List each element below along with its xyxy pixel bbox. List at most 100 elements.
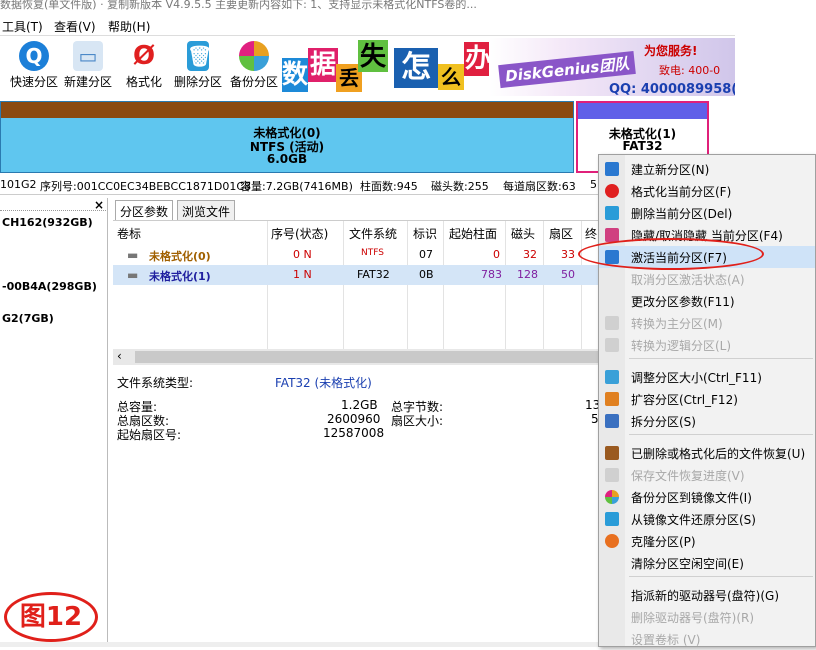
column-header[interactable]: 卷标: [117, 225, 141, 242]
menu-item-label: 指派新的驱动器号(盘符)(G): [631, 589, 780, 603]
quick-partition-button[interactable]: Q 快速分区: [6, 41, 62, 93]
menu-view[interactable]: 查看(V): [54, 18, 96, 35]
menu-convert-logical[interactable]: 转换为逻辑分区(L): [599, 334, 815, 356]
menu-resize-partition[interactable]: 调整分区大小(Ctrl_F11): [599, 366, 815, 388]
new-partition-button[interactable]: ▭ 新建分区: [60, 41, 116, 93]
menu-clear-free-space[interactable]: 清除分区空闲空间(E): [599, 552, 815, 574]
horizontal-scrollbar[interactable]: ‹: [113, 349, 600, 365]
column-header[interactable]: 磁头: [511, 225, 535, 242]
cell-seq: 1 N: [293, 268, 312, 281]
menu-clone-partition[interactable]: 克隆分区(P): [599, 530, 815, 552]
tab-browse-files[interactable]: 浏览文件: [177, 200, 236, 220]
banner-char: 么: [438, 64, 464, 90]
menu-item-label: 删除驱动器号(盘符)(R): [631, 611, 755, 625]
tab-partition-params[interactable]: 分区参数: [115, 200, 174, 220]
ad-banner[interactable]: 数 据 丢 失 怎 么 办 DiskGenius团队 为您服务! 致电: 400…: [282, 38, 735, 96]
scroll-thumb[interactable]: [135, 351, 600, 363]
banner-char: 失: [358, 40, 388, 72]
column-header[interactable]: 标识: [413, 225, 437, 242]
menu-item-label: 格式化当前分区(F): [631, 185, 732, 199]
banner-service: 为您服务!: [644, 44, 698, 58]
menu-item-label: 取消分区激活状态(A): [631, 273, 745, 287]
menu-item-label: 扩容分区(Ctrl_F12): [631, 393, 738, 407]
menu-remove-drive-letter[interactable]: 删除驱动器号(盘符)(R): [599, 606, 815, 628]
column-header[interactable]: 起始柱面: [449, 225, 497, 242]
menu-delete-partition[interactable]: 删除当前分区(Del): [599, 202, 815, 224]
menu-item-label: 建立新分区(N): [631, 163, 710, 177]
partition-table: 卷标 序号(状态) 文件系统 标识 起始柱面 磁头 扇区 终 ▬ 未格式化(0)…: [113, 220, 600, 351]
tab-bar: 分区参数 浏览文件: [113, 200, 600, 220]
disk-model: 101G2: [0, 178, 37, 191]
menu-tools[interactable]: 工具(T): [2, 18, 43, 35]
convert-primary-icon: [605, 316, 619, 330]
clone-icon: [605, 534, 619, 548]
menu-convert-primary[interactable]: 转换为主分区(M): [599, 312, 815, 334]
sector-size-label: 扇区大小:: [391, 414, 444, 428]
menu-assign-drive-letter[interactable]: 指派新的驱动器号(盘符)(G): [599, 584, 815, 606]
menu-help[interactable]: 帮助(H): [108, 18, 150, 35]
cell-fs: NTFS: [361, 248, 384, 258]
scroll-left-icon[interactable]: ‹: [117, 349, 122, 363]
format-icon: [605, 184, 619, 198]
highlight-oval: [578, 238, 764, 270]
column-header[interactable]: 文件系统: [349, 225, 397, 242]
new-partition-icon: [605, 162, 619, 176]
menu-item-label: 拆分分区(S): [631, 415, 696, 429]
tree-disk-item[interactable]: -00B4A(298GB): [2, 280, 97, 293]
trash-icon: 🗑: [187, 41, 212, 71]
table-row[interactable]: ▬ 未格式化(0) 0 N NTFS 07 0 32 33: [113, 245, 600, 265]
menu-recover-files[interactable]: 已删除或格式化后的文件恢复(U): [599, 442, 815, 464]
disk-serial: 序列号:001CC0EC34BEBCC1871D01C8: [40, 180, 252, 193]
banner-tel: 致电: 400-0: [659, 64, 721, 77]
menu-item-label: 调整分区大小(Ctrl_F11): [631, 371, 762, 385]
cell-seq: 0 N: [293, 248, 312, 261]
partition-top-strip: [1, 102, 573, 118]
disk-cylinders: 柱面数:945: [360, 180, 418, 193]
tree-disk-item[interactable]: CH162(932GB): [2, 216, 93, 229]
cell-cyl: 0: [493, 248, 500, 261]
status-bar: [0, 642, 600, 647]
menu-deactivate-partition[interactable]: 取消分区激活状态(A): [599, 268, 815, 290]
banner-qq: QQ: 4000089958(与: [609, 82, 735, 96]
disk-more: 5: [590, 178, 597, 191]
partition-size: 6.0GB: [266, 152, 308, 166]
menu-backup-image[interactable]: 备份分区到镜像文件(I): [599, 486, 815, 508]
partition-fs: FAT32: [622, 139, 663, 153]
partition-details: 文件系统类型: FAT32 (未格式化) 总容量: 1.2GB 总扇区数: 26…: [113, 367, 600, 647]
close-icon[interactable]: ×: [94, 198, 104, 212]
partition-block-0[interactable]: 未格式化(0) NTFS (活动) 6.0GB: [0, 101, 574, 173]
menu-restore-image[interactable]: 从镜像文件还原分区(S): [599, 508, 815, 530]
banner-contact: DiskGenius团队 为您服务! 致电: 400-0 QQ: 4000089…: [489, 38, 735, 96]
save-progress-icon: [605, 468, 619, 482]
banner-char: 办: [464, 42, 492, 76]
cell-sec: 50: [561, 268, 575, 281]
menu-item-label: 清除分区空闲空间(E): [631, 557, 744, 571]
menu-item-label: 备份分区到镜像文件(I): [631, 491, 752, 505]
toolbar-label: 备份分区: [229, 75, 278, 89]
disk-info-bar: 101G2 序列号:001CC0EC34BEBCC1871D01C8 容量:7.…: [0, 175, 600, 195]
column-header[interactable]: 终: [585, 225, 597, 242]
title-bar: 数据恢复(单文件版) · 复制新版本 V4.9.5.5 主要更新内容如下: 1、…: [0, 0, 735, 14]
delete-partition-button[interactable]: 🗑 删除分区: [170, 41, 226, 93]
column-header[interactable]: 扇区: [549, 225, 573, 242]
menu-item-label: 保存文件恢复进度(V): [631, 469, 745, 483]
backup-partition-button[interactable]: 备份分区: [226, 41, 282, 93]
column-header[interactable]: 序号(状态): [271, 225, 328, 242]
menu-split-partition[interactable]: 拆分分区(S): [599, 410, 815, 432]
cell-head: 128: [517, 268, 538, 281]
fs-type-label: 文件系统类型:: [117, 376, 194, 390]
table-row-selected[interactable]: ▬ 未格式化(1) 1 N FAT32 0B 783 128 50: [113, 265, 600, 285]
menu-expand-partition[interactable]: 扩容分区(Ctrl_F12): [599, 388, 815, 410]
sectors-value: 2600960: [327, 412, 381, 426]
drive-icon: ▬: [127, 248, 139, 262]
cell-sec: 33: [561, 248, 575, 261]
menu-format-partition[interactable]: 格式化当前分区(F): [599, 180, 815, 202]
tree-disk-item[interactable]: G2(7GB): [2, 312, 54, 325]
toolbar-label: 格式化: [125, 75, 162, 89]
banner-char: 据: [308, 48, 338, 82]
menu-save-progress[interactable]: 保存文件恢复进度(V): [599, 464, 815, 486]
format-button[interactable]: Ø 格式化: [116, 41, 172, 93]
menu-new-partition[interactable]: 建立新分区(N): [599, 158, 815, 180]
cell-head: 32: [523, 248, 537, 261]
menu-change-params[interactable]: 更改分区参数(F11): [599, 290, 815, 312]
